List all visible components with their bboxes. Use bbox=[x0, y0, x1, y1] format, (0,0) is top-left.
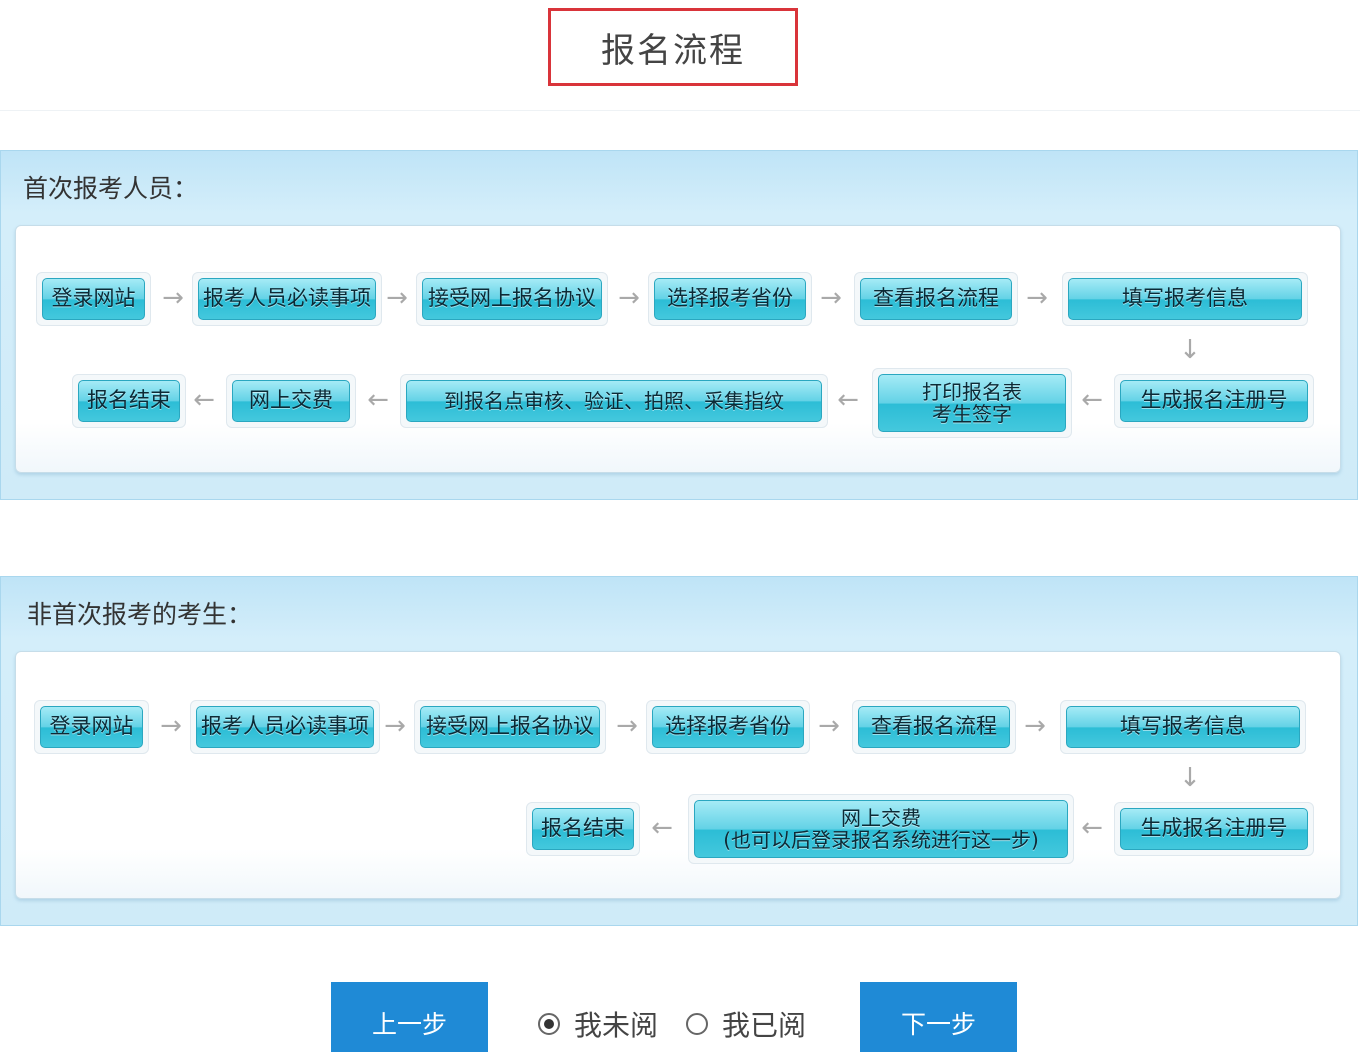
arrow-right-icon: → bbox=[386, 283, 408, 313]
step-generate-reg-number[interactable]: 生成报名注册号 bbox=[1114, 374, 1314, 428]
arrow-right-icon: → bbox=[1026, 283, 1048, 313]
arrow-right-icon: → bbox=[160, 711, 182, 741]
step-label: 选择报考省份 bbox=[654, 278, 806, 320]
step-label: 生成报名注册号 bbox=[1120, 380, 1308, 422]
radio-unread[interactable]: 我未阅 bbox=[538, 1004, 658, 1044]
arrow-left-icon: ← bbox=[367, 385, 389, 415]
next-step-button[interactable]: 下一步 bbox=[860, 982, 1017, 1052]
step-login-site[interactable]: 登录网站 bbox=[34, 700, 149, 754]
step-label: 登录网站 bbox=[40, 706, 143, 748]
step-label: 查看报名流程 bbox=[860, 278, 1012, 320]
step-finish[interactable]: 报名结束 bbox=[526, 802, 640, 856]
step-print-form[interactable]: 打印报名表 考生签字 bbox=[872, 368, 1072, 438]
step-label: 查看报名流程 bbox=[858, 706, 1010, 748]
step-label: 报考人员必读事项 bbox=[196, 706, 374, 748]
arrow-left-icon: ← bbox=[837, 385, 859, 415]
step-accept-agreement[interactable]: 接受网上报名协议 bbox=[414, 700, 606, 754]
radio-unread-label: 我未阅 bbox=[574, 1009, 659, 1042]
step-label: 网上交费 (也可以后登录报名系统进行这一步) bbox=[694, 800, 1068, 858]
step-online-payment[interactable]: 网上交费 bbox=[226, 374, 356, 428]
arrow-left-icon: ← bbox=[1081, 385, 1103, 415]
arrow-down-icon: ↓ bbox=[1179, 335, 1201, 365]
step-label-line2: (也可以后登录报名系统进行这一步) bbox=[723, 828, 1039, 852]
first-time-label: 首次报考人员： bbox=[23, 174, 199, 203]
radio-empty-icon bbox=[686, 1013, 708, 1035]
step-label: 报考人员必读事项 bbox=[198, 278, 376, 320]
step-label: 接受网上报名协议 bbox=[420, 706, 600, 748]
arrow-right-icon: → bbox=[384, 711, 406, 741]
step-label: 登录网站 bbox=[42, 278, 145, 320]
step-login-site[interactable]: 登录网站 bbox=[36, 272, 151, 326]
step-label: 填写报考信息 bbox=[1066, 706, 1300, 748]
step-label: 选择报考省份 bbox=[652, 706, 804, 748]
step-finish[interactable]: 报名结束 bbox=[72, 374, 186, 428]
step-view-process[interactable]: 查看报名流程 bbox=[852, 700, 1016, 754]
step-fill-info[interactable]: 填写报考信息 bbox=[1060, 700, 1306, 754]
arrow-left-icon: ← bbox=[651, 813, 673, 843]
prev-step-button[interactable]: 上一步 bbox=[331, 982, 488, 1052]
step-onsite-verification[interactable]: 到报名点审核、验证、拍照、采集指纹 bbox=[400, 374, 828, 428]
radio-read[interactable]: 我已阅 bbox=[686, 1004, 806, 1044]
step-label: 报名结束 bbox=[532, 808, 634, 850]
step-read-notice[interactable]: 报考人员必读事项 bbox=[192, 272, 382, 326]
returning-panel: 非首次报考的考生： 登录网站 → 报考人员必读事项 → 接受网上报名协议 → 选… bbox=[0, 576, 1358, 926]
returning-label: 非首次报考的考生： bbox=[27, 600, 253, 629]
title-divider bbox=[0, 110, 1360, 111]
arrow-right-icon: → bbox=[820, 283, 842, 313]
step-label: 网上交费 bbox=[232, 380, 350, 422]
first-time-flow: 登录网站 → 报考人员必读事项 → 接受网上报名协议 → 选择报考省份 → 查看… bbox=[15, 225, 1341, 473]
radio-read-label: 我已阅 bbox=[722, 1009, 807, 1042]
page-title: 报名流程 bbox=[548, 8, 798, 86]
step-label: 接受网上报名协议 bbox=[422, 278, 602, 320]
first-time-panel: 首次报考人员： 登录网站 → 报考人员必读事项 → 接受网上报名协议 → 选择报… bbox=[0, 150, 1358, 500]
step-label: 生成报名注册号 bbox=[1120, 808, 1308, 850]
arrow-right-icon: → bbox=[616, 711, 638, 741]
step-label: 打印报名表 考生签字 bbox=[878, 374, 1066, 432]
arrow-down-icon: ↓ bbox=[1179, 763, 1201, 793]
step-label-line1: 打印报名表 bbox=[922, 380, 1022, 404]
step-fill-info[interactable]: 填写报考信息 bbox=[1062, 272, 1308, 326]
step-read-notice[interactable]: 报考人员必读事项 bbox=[190, 700, 380, 754]
step-label-line2: 考生签字 bbox=[932, 402, 1012, 426]
step-select-province[interactable]: 选择报考省份 bbox=[646, 700, 810, 754]
arrow-right-icon: → bbox=[818, 711, 840, 741]
returning-flow: 登录网站 → 报考人员必读事项 → 接受网上报名协议 → 选择报考省份 → 查看… bbox=[15, 651, 1341, 899]
step-online-payment[interactable]: 网上交费 (也可以后登录报名系统进行这一步) bbox=[688, 794, 1074, 864]
step-label: 报名结束 bbox=[78, 380, 180, 422]
arrow-left-icon: ← bbox=[193, 385, 215, 415]
arrow-right-icon: → bbox=[1024, 711, 1046, 741]
arrow-left-icon: ← bbox=[1081, 813, 1103, 843]
radio-selected-icon bbox=[538, 1013, 560, 1035]
step-view-process[interactable]: 查看报名流程 bbox=[854, 272, 1018, 326]
arrow-right-icon: → bbox=[162, 283, 184, 313]
step-label: 到报名点审核、验证、拍照、采集指纹 bbox=[406, 380, 822, 422]
step-label: 填写报考信息 bbox=[1068, 278, 1302, 320]
step-label-line1: 网上交费 bbox=[841, 806, 921, 830]
arrow-right-icon: → bbox=[618, 283, 640, 313]
step-generate-reg-number[interactable]: 生成报名注册号 bbox=[1114, 802, 1314, 856]
step-select-province[interactable]: 选择报考省份 bbox=[648, 272, 812, 326]
step-accept-agreement[interactable]: 接受网上报名协议 bbox=[416, 272, 608, 326]
